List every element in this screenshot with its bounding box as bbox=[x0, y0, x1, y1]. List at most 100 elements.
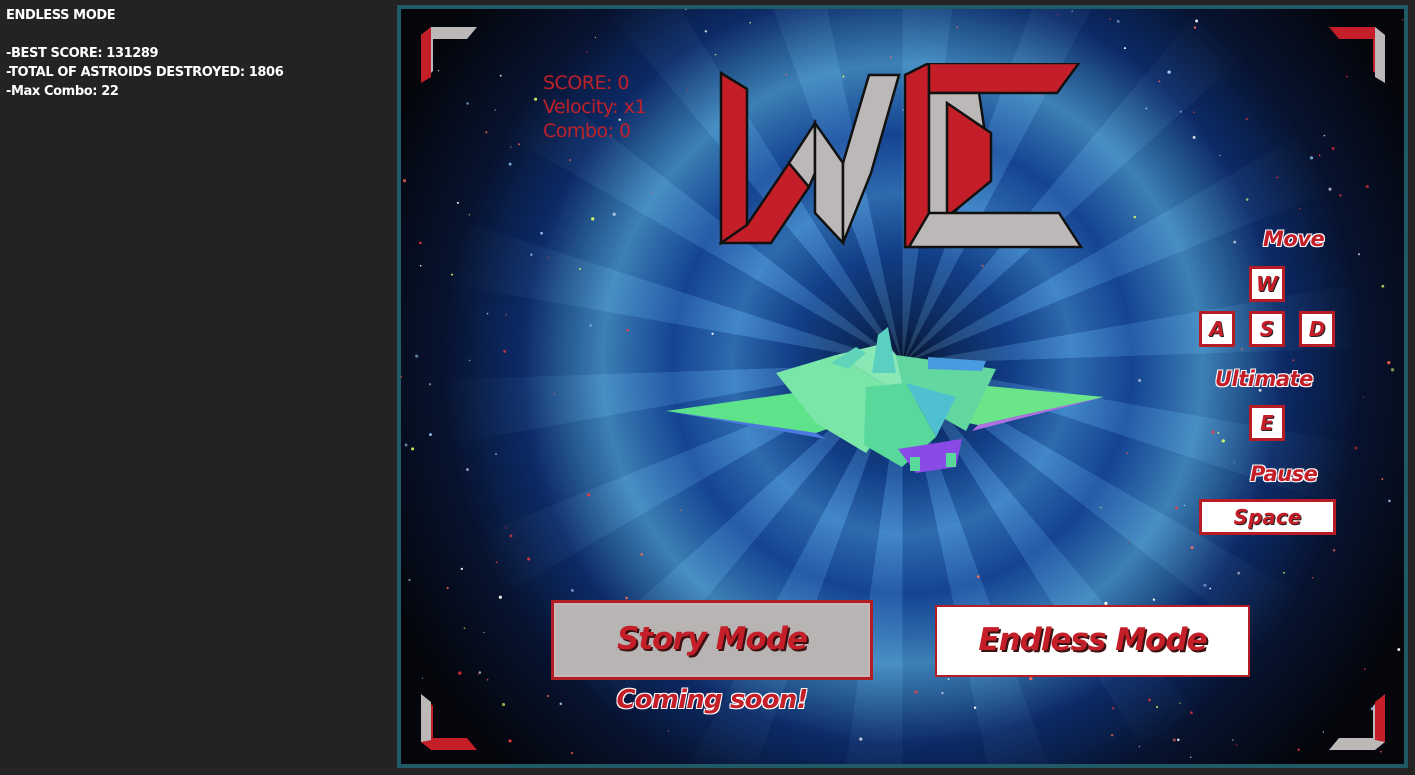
pause-label: Pause bbox=[1250, 462, 1318, 486]
star bbox=[889, 56, 892, 59]
hud: SCORE: 0 Velocity: x1 Combo: 0 bbox=[543, 71, 646, 143]
star bbox=[1133, 215, 1137, 219]
star bbox=[1172, 738, 1176, 742]
star bbox=[1203, 583, 1207, 587]
star bbox=[495, 561, 498, 564]
star bbox=[428, 383, 432, 386]
stats-title: ENDLESS MODE bbox=[6, 8, 116, 23]
star bbox=[505, 313, 508, 316]
star bbox=[408, 578, 411, 582]
star bbox=[508, 739, 512, 743]
star bbox=[446, 586, 449, 590]
star bbox=[517, 143, 521, 146]
star bbox=[1231, 739, 1234, 741]
spaceship-icon bbox=[666, 327, 1104, 473]
star bbox=[477, 673, 480, 675]
star bbox=[421, 677, 424, 679]
star bbox=[1116, 19, 1120, 23]
star bbox=[591, 217, 595, 221]
star bbox=[1110, 733, 1114, 737]
star bbox=[1233, 461, 1235, 464]
corner-bracket-icon bbox=[1329, 694, 1385, 750]
star bbox=[1318, 154, 1321, 157]
star bbox=[976, 575, 980, 578]
star bbox=[1190, 711, 1193, 715]
star bbox=[1312, 576, 1314, 579]
star bbox=[684, 9, 687, 11]
star bbox=[451, 273, 454, 276]
star bbox=[1158, 80, 1161, 83]
star bbox=[1354, 446, 1358, 450]
best-score-text: -BEST SCORE: 131289 bbox=[6, 46, 159, 61]
star bbox=[578, 267, 581, 270]
star bbox=[1167, 70, 1171, 74]
star bbox=[466, 102, 469, 105]
asteroids-destroyed-text: -TOTAL OF ASTROIDS DESTROYED: 1806 bbox=[6, 65, 284, 80]
star bbox=[1211, 430, 1215, 434]
star bbox=[546, 694, 549, 698]
star bbox=[651, 191, 654, 193]
star bbox=[859, 737, 863, 741]
ultimate-label: Ultimate bbox=[1215, 367, 1313, 391]
game-canvas[interactable]: SCORE: 0 Velocity: x1 Combo: 0 Move W A … bbox=[397, 5, 1408, 768]
stats-panel: ENDLESS MODE -BEST SCORE: 131289 -TOTAL … bbox=[6, 6, 386, 101]
star bbox=[1233, 240, 1237, 244]
star bbox=[1276, 176, 1279, 179]
star bbox=[1179, 110, 1182, 113]
star bbox=[1112, 707, 1115, 710]
star bbox=[626, 329, 629, 332]
star bbox=[1245, 198, 1249, 201]
star bbox=[1071, 10, 1074, 13]
star bbox=[1156, 705, 1159, 709]
star bbox=[1127, 541, 1130, 543]
star bbox=[1235, 744, 1238, 746]
star bbox=[570, 752, 573, 755]
logo-icon bbox=[719, 63, 1084, 249]
star bbox=[402, 179, 407, 183]
key-a: A bbox=[1199, 311, 1235, 347]
star bbox=[1209, 587, 1212, 590]
star bbox=[1175, 506, 1178, 510]
star bbox=[1322, 731, 1325, 733]
star bbox=[495, 453, 497, 456]
star bbox=[1193, 26, 1197, 29]
star bbox=[498, 595, 503, 599]
star bbox=[1237, 571, 1241, 575]
star bbox=[1297, 748, 1300, 751]
star bbox=[503, 349, 507, 353]
star bbox=[1323, 134, 1326, 137]
star bbox=[594, 36, 597, 39]
star bbox=[486, 312, 489, 315]
key-d: D bbox=[1299, 311, 1335, 347]
star bbox=[1195, 19, 1199, 23]
star bbox=[463, 627, 466, 630]
star bbox=[411, 447, 415, 451]
star bbox=[508, 162, 512, 166]
star bbox=[1179, 702, 1181, 704]
star bbox=[612, 212, 616, 216]
star bbox=[1381, 284, 1385, 288]
star bbox=[1292, 359, 1295, 362]
star bbox=[415, 354, 419, 358]
star bbox=[494, 109, 496, 111]
star bbox=[1309, 156, 1314, 160]
star bbox=[530, 253, 533, 256]
star bbox=[527, 557, 531, 561]
star bbox=[468, 359, 471, 362]
star bbox=[586, 493, 591, 497]
star bbox=[499, 74, 502, 77]
star bbox=[502, 702, 506, 707]
star bbox=[478, 671, 482, 674]
star bbox=[1138, 378, 1142, 382]
story-mode-button[interactable]: Story Mode bbox=[551, 600, 873, 680]
star bbox=[456, 201, 460, 205]
star bbox=[585, 51, 588, 54]
star bbox=[1190, 545, 1194, 550]
endless-mode-button[interactable]: Endless Mode bbox=[935, 605, 1250, 677]
star bbox=[1190, 756, 1192, 759]
star bbox=[1240, 348, 1243, 351]
star bbox=[1123, 47, 1127, 50]
star bbox=[468, 214, 471, 216]
star bbox=[625, 596, 628, 600]
star bbox=[485, 131, 488, 134]
